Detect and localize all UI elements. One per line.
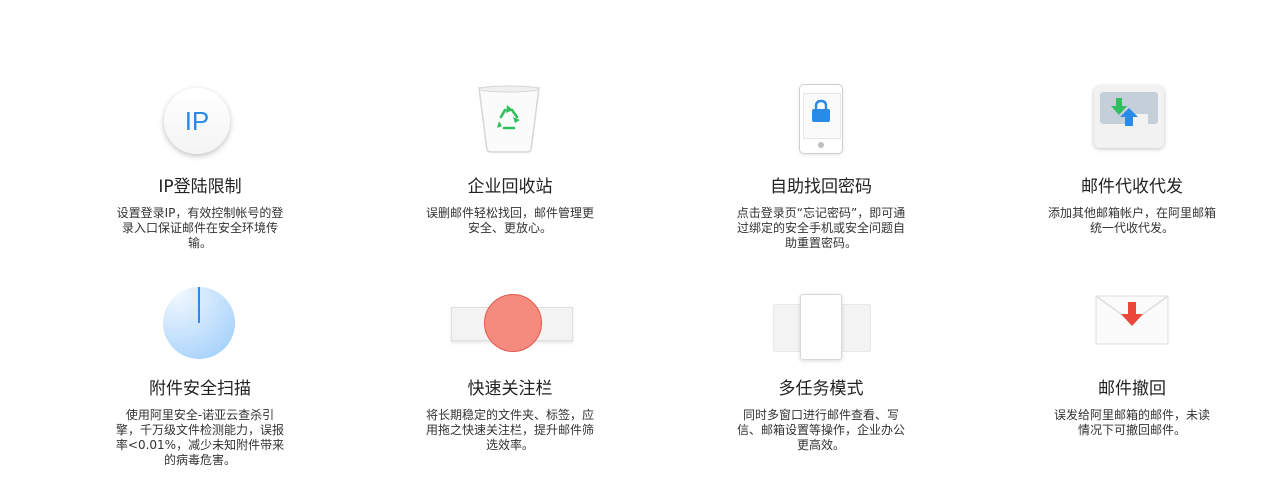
- desc-line: 设置登录IP，有效控制帐号的登: [116, 206, 284, 220]
- feature-quick-bar: 快速关注栏 将长期稳定的文件夹、标签，应 用拖之快速关注栏，提升邮件筛 选效率。: [405, 286, 615, 453]
- feature-description: 添加其他邮箱帐户，在阿里邮箱 统一代收代发。: [1032, 206, 1232, 236]
- up-down-arrows-icon: [1111, 98, 1148, 138]
- phone-home-button: [818, 142, 824, 148]
- feature-description: 同时多窗口进行邮件查看、写 信、邮箱设置等操作，企业办公 更高效。: [721, 408, 921, 453]
- feature-attachment-scan: 附件安全扫描 使用阿里安全-诺亚云查杀引 擎，千万级文件检测能力，误报 率<0.…: [95, 286, 305, 468]
- desc-line: 助重置密码。: [784, 236, 857, 250]
- front-window: [800, 294, 842, 360]
- feature-description: 点击登录页“忘记密码”，即可通 过绑定的安全手机或安全问题自 助重置密码。: [721, 206, 921, 251]
- recycle-bin-icon: [478, 85, 540, 153]
- desc-line: 点击登录页“忘记密码”，即可通: [736, 206, 906, 220]
- desc-line: 擎，千万级文件检测能力，误报: [115, 423, 284, 437]
- desc-line: 输。: [187, 236, 212, 250]
- desc-line: 用拖之快速关注栏，提升邮件筛: [425, 423, 594, 437]
- feature-password-recovery: 自助找回密码 点击登录页“忘记密码”，即可通 过绑定的安全手机或安全问题自 助重…: [716, 84, 926, 251]
- icon-area: [95, 286, 305, 378]
- icon-area: [716, 286, 926, 378]
- desc-line: 情况下可撤回邮件。: [1077, 423, 1186, 437]
- feature-description: 误删邮件轻松找回，邮件管理更 安全、更放心。: [410, 206, 610, 236]
- feature-title: 多任务模式: [778, 379, 864, 399]
- feature-mail-recall: 邮件撤回 误发给阿里邮箱的邮件，未读 情况下可撤回邮件。: [1027, 286, 1237, 438]
- quick-circle: [484, 294, 542, 352]
- scan-pie-icon: [163, 287, 235, 359]
- feature-title: 企业回收站: [467, 177, 553, 197]
- icon-area: [405, 286, 615, 378]
- feature-description: 使用阿里安全-诺亚云查杀引 擎，千万级文件检测能力，误报 率<0.01%，减少未…: [100, 408, 300, 468]
- desc-line: 统一代收代发。: [1089, 221, 1174, 235]
- feature-title: 邮件代收代发: [1081, 177, 1183, 197]
- multitask-icon: [766, 294, 876, 364]
- desc-line: 信、邮箱设置等操作，企业办公: [736, 423, 905, 437]
- recall-envelope-icon: [1095, 295, 1169, 345]
- desc-line: 使用阿里安全-诺亚云查杀引: [125, 408, 275, 422]
- feature-title: 邮件撤回: [1098, 379, 1166, 399]
- phone-lock-icon: [799, 84, 843, 154]
- desc-line: 过绑定的安全手机或安全问题自: [736, 221, 905, 235]
- ip-icon: IP: [164, 88, 230, 154]
- feature-title: 附件安全扫描: [149, 379, 251, 399]
- desc-line: 安全、更放心。: [467, 221, 552, 235]
- desc-line: 将长期稳定的文件夹、标签，应: [425, 408, 594, 422]
- icon-area: [405, 84, 615, 176]
- desc-line: 误删邮件轻松找回，邮件管理更: [425, 206, 594, 220]
- feature-title: IP登陆限制: [158, 177, 242, 197]
- feature-mail-forward: 邮件代收代发 添加其他邮箱帐户，在阿里邮箱 统一代收代发。: [1027, 84, 1237, 236]
- icon-area: [716, 84, 926, 176]
- mail-forward-icon: [1094, 86, 1164, 148]
- desc-line: 同时多窗口进行邮件查看、写: [742, 408, 899, 422]
- feature-description: 将长期稳定的文件夹、标签，应 用拖之快速关注栏，提升邮件筛 选效率。: [410, 408, 610, 453]
- feature-multitask: 多任务模式 同时多窗口进行邮件查看、写 信、邮箱设置等操作，企业办公 更高效。: [716, 286, 926, 453]
- feature-description: 设置登录IP，有效控制帐号的登 录入口保证邮件在安全环境传 输。: [100, 206, 300, 251]
- desc-line: 选效率。: [485, 438, 534, 452]
- feature-description: 误发给阿里邮箱的邮件，未读 情况下可撤回邮件。: [1032, 408, 1232, 438]
- desc-line: 误发给阿里邮箱的邮件，未读: [1053, 408, 1210, 422]
- icon-area: [1027, 286, 1237, 378]
- ip-icon-text: IP: [184, 105, 210, 136]
- desc-line: 录入口保证邮件在安全环境传: [121, 221, 278, 235]
- desc-line: 的病毒危害。: [163, 453, 236, 467]
- desc-line: 添加其他邮箱帐户，在阿里邮箱: [1047, 206, 1216, 220]
- lock-icon: [812, 99, 830, 122]
- feature-title: 自助找回密码: [770, 177, 872, 197]
- desc-line: 率<0.01%，减少未知附件带来: [115, 438, 285, 452]
- feature-ip-login: IP IP登陆限制 设置登录IP，有效控制帐号的登 录入口保证邮件在安全环境传 …: [95, 84, 305, 251]
- icon-area: IP: [95, 84, 305, 176]
- feature-recycle-bin: 企业回收站 误删邮件轻松找回，邮件管理更 安全、更放心。: [405, 84, 615, 236]
- feature-title: 快速关注栏: [467, 379, 553, 399]
- icon-area: [1027, 84, 1237, 176]
- desc-line: 更高效。: [796, 438, 845, 452]
